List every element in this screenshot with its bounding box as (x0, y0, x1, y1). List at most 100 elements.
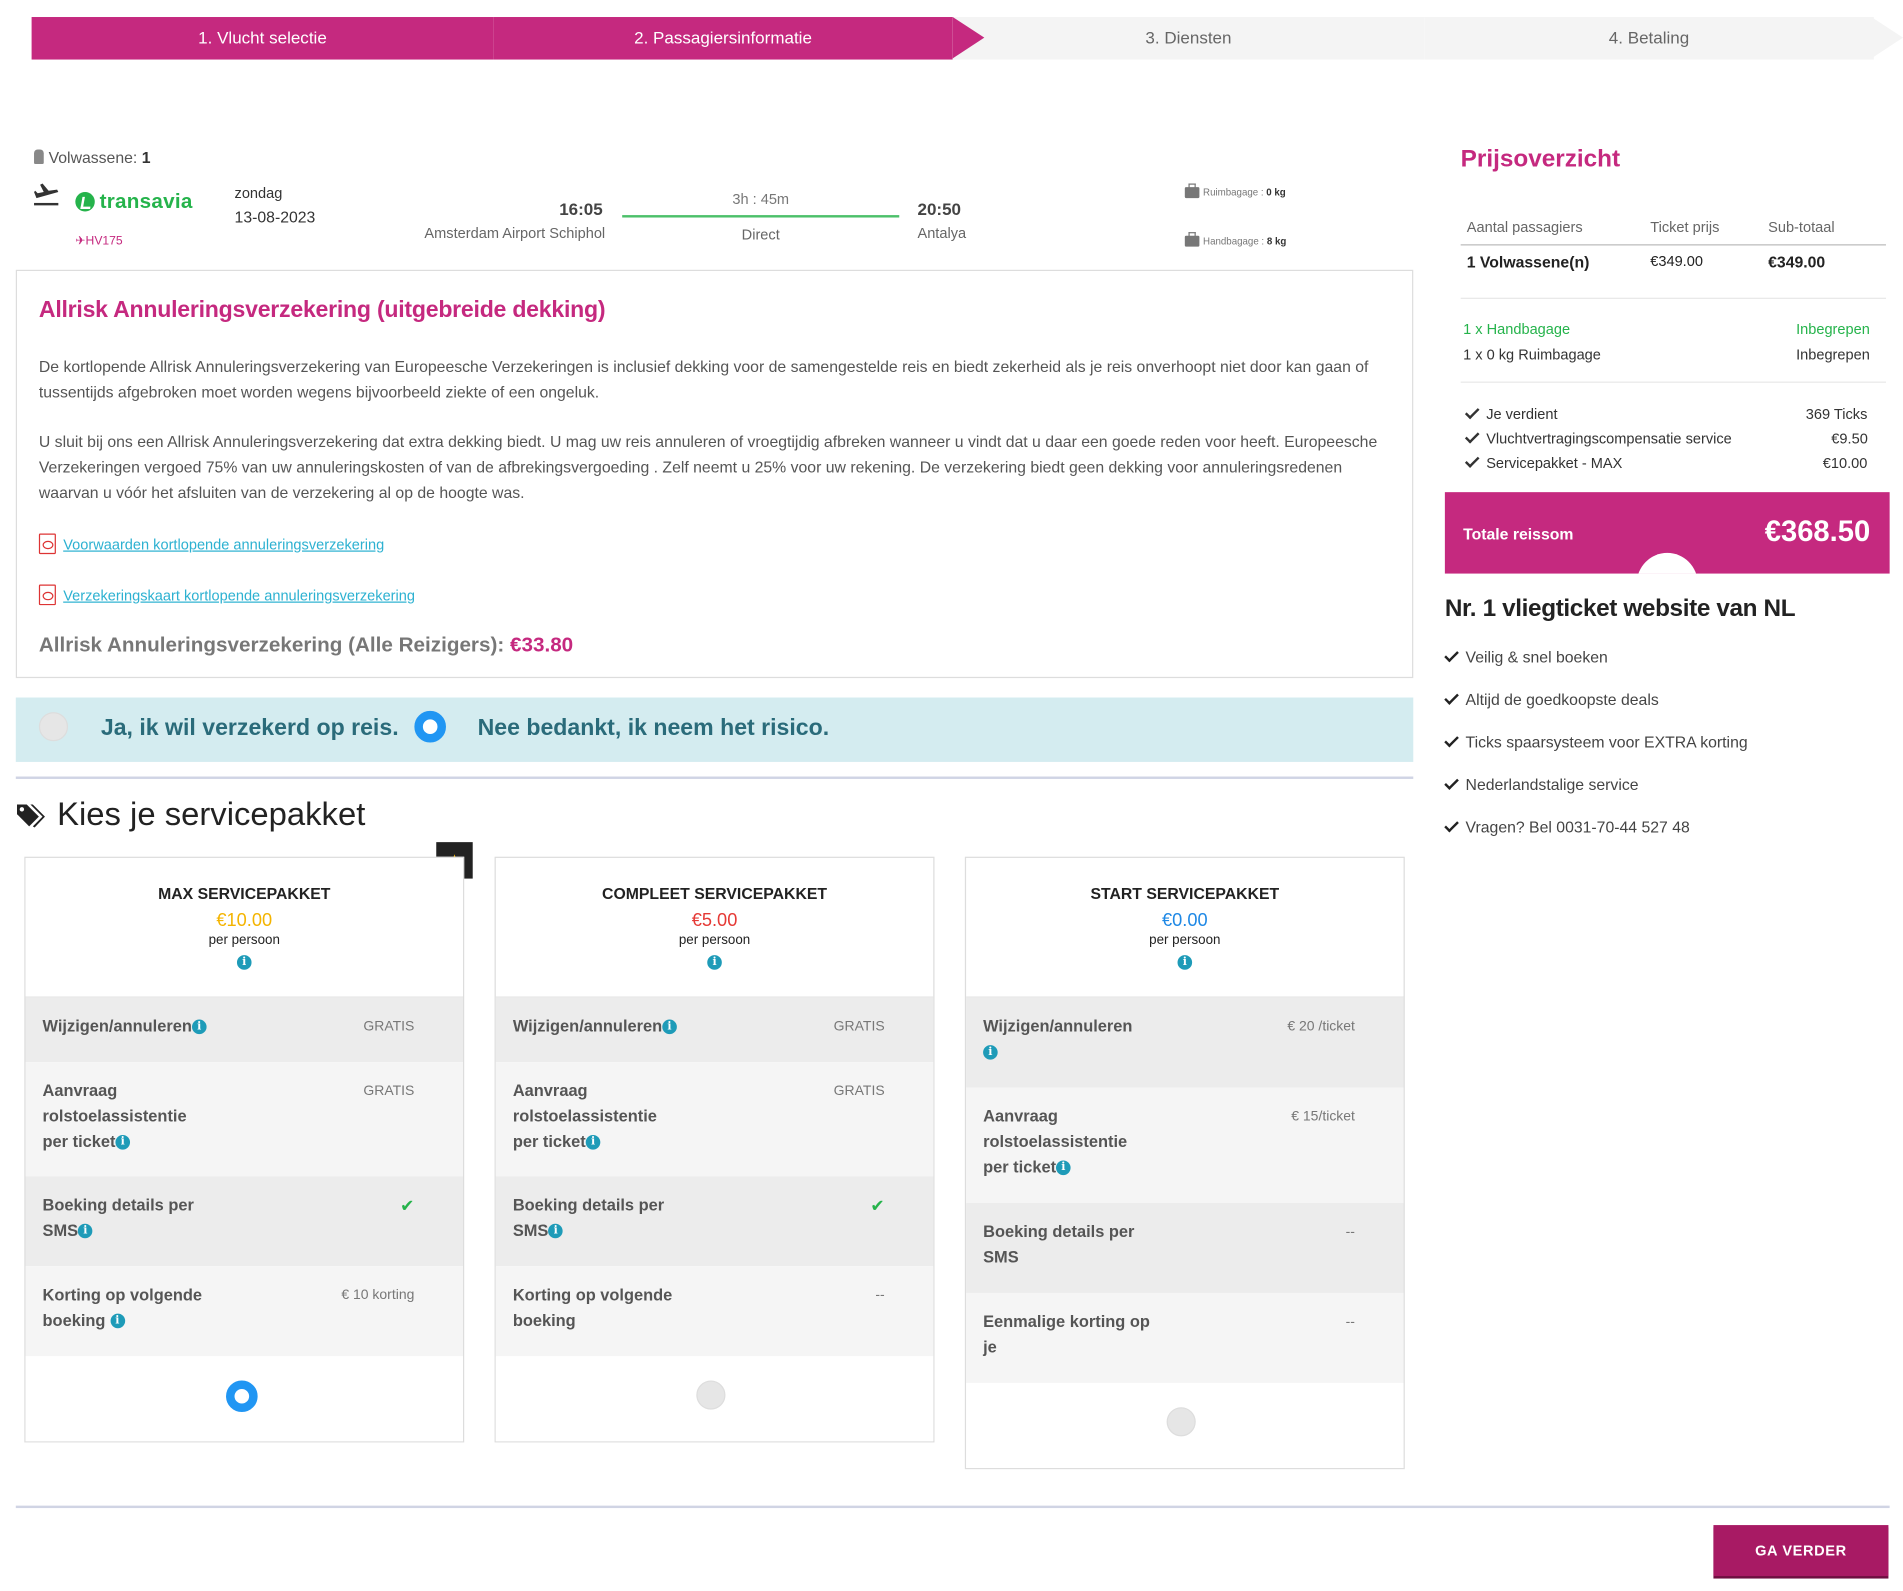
check-icon (1464, 453, 1480, 468)
package-row: Aanvraag rolstoelassistentie per ticket i… (25, 1062, 463, 1177)
continue-button[interactable]: GA VERDER (1713, 1525, 1889, 1577)
insurance-yes-label[interactable]: Ja, ik wil verzekerd op reis. (101, 716, 399, 743)
info-icon[interactable]: i (983, 1045, 998, 1061)
divider (15, 1505, 1890, 1509)
tags-icon (17, 803, 45, 827)
departure-airport: Amsterdam Airport Schiphol (424, 224, 606, 242)
plane-departure-icon (34, 183, 59, 206)
insurance-yes-radio[interactable] (38, 712, 69, 742)
ticket-price-cell: €349.00 (1650, 252, 1703, 270)
divider (1460, 244, 1886, 246)
insurance-card-link[interactable]: Verzekeringskaart kortlopende annulering… (38, 584, 415, 606)
package-start-radio[interactable] (1166, 1407, 1196, 1437)
passenger-count: Volwassene: 1 (34, 148, 151, 166)
flight-duration: 3h : 45m (732, 190, 790, 208)
package-per: per persoon (208, 933, 280, 948)
package-row: Wijzigen/annuleren i GRATIS (25, 997, 463, 1063)
usp-item: Nederlandstalige service (1444, 775, 1639, 794)
info-icon[interactable]: i (707, 954, 722, 970)
info-icon[interactable]: i (1177, 954, 1193, 970)
col-header: Sub-totaal (1768, 218, 1835, 236)
service-card-start[interactable]: START SERVICEPAKKET €0.00 per persoon i … (964, 856, 1405, 1470)
package-row: Eenmalige korting op je -- (966, 1292, 1404, 1383)
insurance-panel: Allrisk Annuleringsverzekering (uitgebre… (15, 269, 1414, 679)
usp-item: Altijd de goedkoopste deals (1444, 690, 1659, 708)
col-header: Aantal passagiers (1466, 218, 1583, 236)
conditions-link[interactable]: Voorwaarden kortlopende annuleringsverze… (38, 533, 384, 555)
insurance-no-label[interactable]: Nee bedankt, ik neem het risico. (478, 716, 830, 743)
package-per: per persoon (1149, 933, 1221, 948)
info-icon[interactable]: i (78, 1224, 93, 1239)
flight-number: ✈HV175 (75, 234, 123, 248)
airline-logo: transavia (75, 190, 192, 214)
total-value: €368.50 (1764, 515, 1871, 549)
check-icon (1444, 690, 1459, 705)
package-row: Korting op volgende boeking i € 10 korti… (25, 1266, 463, 1357)
package-row: Wijzigen/annuleren i GRATIS (495, 997, 934, 1063)
package-compleet-radio[interactable] (696, 1380, 726, 1410)
info-icon[interactable]: i (191, 1020, 207, 1035)
price-overview-title: Prijsoverzicht (1460, 145, 1621, 173)
info-icon[interactable]: i (662, 1020, 677, 1035)
info-icon[interactable]: i (585, 1135, 601, 1151)
transavia-icon (75, 192, 95, 212)
total-box: Totale reissom €368.50 (1444, 492, 1890, 574)
insurance-description-1: De kortlopende Allrisk Annuleringsverzek… (38, 357, 1369, 402)
service-card-max[interactable]: MAX SERVICEPAKKET €10.00 per persoon i W… (24, 856, 465, 1443)
arrival-time: 20:50 (917, 199, 961, 219)
info-icon[interactable]: i (236, 954, 252, 970)
duration-line (622, 215, 900, 218)
check-icon (1464, 428, 1480, 444)
insurance-price: Allrisk Annuleringsverzekering (Alle Rei… (38, 633, 574, 657)
package-row: Aanvraag rolstoelassistentie per ticket i… (495, 1062, 934, 1177)
toggle-tab[interactable] (1636, 552, 1698, 574)
step-label: 4. Betaling (1608, 27, 1690, 48)
divider (1460, 297, 1886, 299)
package-price: €0.00 (1161, 910, 1208, 931)
hand-bag-value: Inbegrepen (1796, 320, 1870, 338)
briefcase-icon (1184, 232, 1200, 248)
earn-label: Je verdient (1464, 404, 1558, 423)
package-row: Boeking details per SMS -- (966, 1203, 1404, 1293)
package-price: €10.00 (216, 910, 273, 931)
pax-cell: 1 Volwassene(n) (1466, 252, 1590, 271)
package-row: Boeking details per SMS i ✔ (495, 1176, 934, 1267)
progress-steps: 1. Vlucht selectie 2. Passagiersinformat… (31, 17, 1903, 60)
hand-bag-label: 1 x Handbagage (1463, 320, 1571, 338)
hold-bag-value: Inbegrepen (1796, 346, 1870, 364)
insurance-choice: Ja, ik wil verzekerd op reis. Nee bedank… (15, 697, 1414, 762)
insurance-description-2: U sluit bij ons een Allrisk Annuleringsv… (38, 432, 1378, 502)
check-icon: ✔ (870, 1195, 885, 1216)
check-icon (1444, 647, 1459, 663)
info-icon[interactable]: i (115, 1135, 131, 1151)
divider (15, 776, 1414, 779)
usp-title: Nr. 1 vliegticket website van NL (1444, 595, 1796, 623)
col-header: Ticket prijs (1650, 218, 1720, 236)
flight-date: 13-08-2023 (234, 207, 316, 227)
insurance-no-radio[interactable] (414, 710, 446, 743)
usp-item: Veilig & snel boeken (1444, 647, 1608, 666)
step-2[interactable]: 2. Passagiersinformatie (493, 17, 985, 60)
hold-bag-label: 1 x 0 kg Ruimbagage (1463, 346, 1601, 364)
package-row: Aanvraag rolstoelassistentie per ticket i… (966, 1087, 1404, 1204)
service-card-compleet[interactable]: COMPLEET SERVICEPAKKET €5.00 per persoon… (494, 856, 935, 1443)
insurance-title: Allrisk Annuleringsverzekering (uitgebre… (38, 297, 606, 324)
package-max-radio[interactable] (226, 1380, 258, 1413)
check-icon (1444, 775, 1459, 790)
person-icon (34, 149, 44, 165)
subtotal-cell: €349.00 (1768, 252, 1826, 271)
delay-value: €9.50 (1831, 430, 1868, 448)
delay-label: Vluchtvertragingscompensatie service (1464, 428, 1732, 447)
info-icon[interactable]: i (110, 1314, 125, 1329)
info-icon[interactable]: i (548, 1224, 563, 1239)
service-section-title: Kies je servicepakket (16, 796, 366, 834)
step-1[interactable]: 1. Vlucht selectie (31, 17, 525, 60)
package-per: per persoon (678, 933, 751, 948)
step-3: 3. Diensten (952, 17, 1425, 60)
package-row: Boeking details per SMS i ✔ (25, 1176, 463, 1267)
step-label: 2. Passagiersinformatie (634, 27, 812, 48)
flight-stops: Direct (741, 226, 780, 244)
total-label: Totale reissom (1463, 524, 1574, 544)
check-icon (1464, 404, 1480, 420)
info-icon[interactable]: i (1056, 1161, 1071, 1176)
